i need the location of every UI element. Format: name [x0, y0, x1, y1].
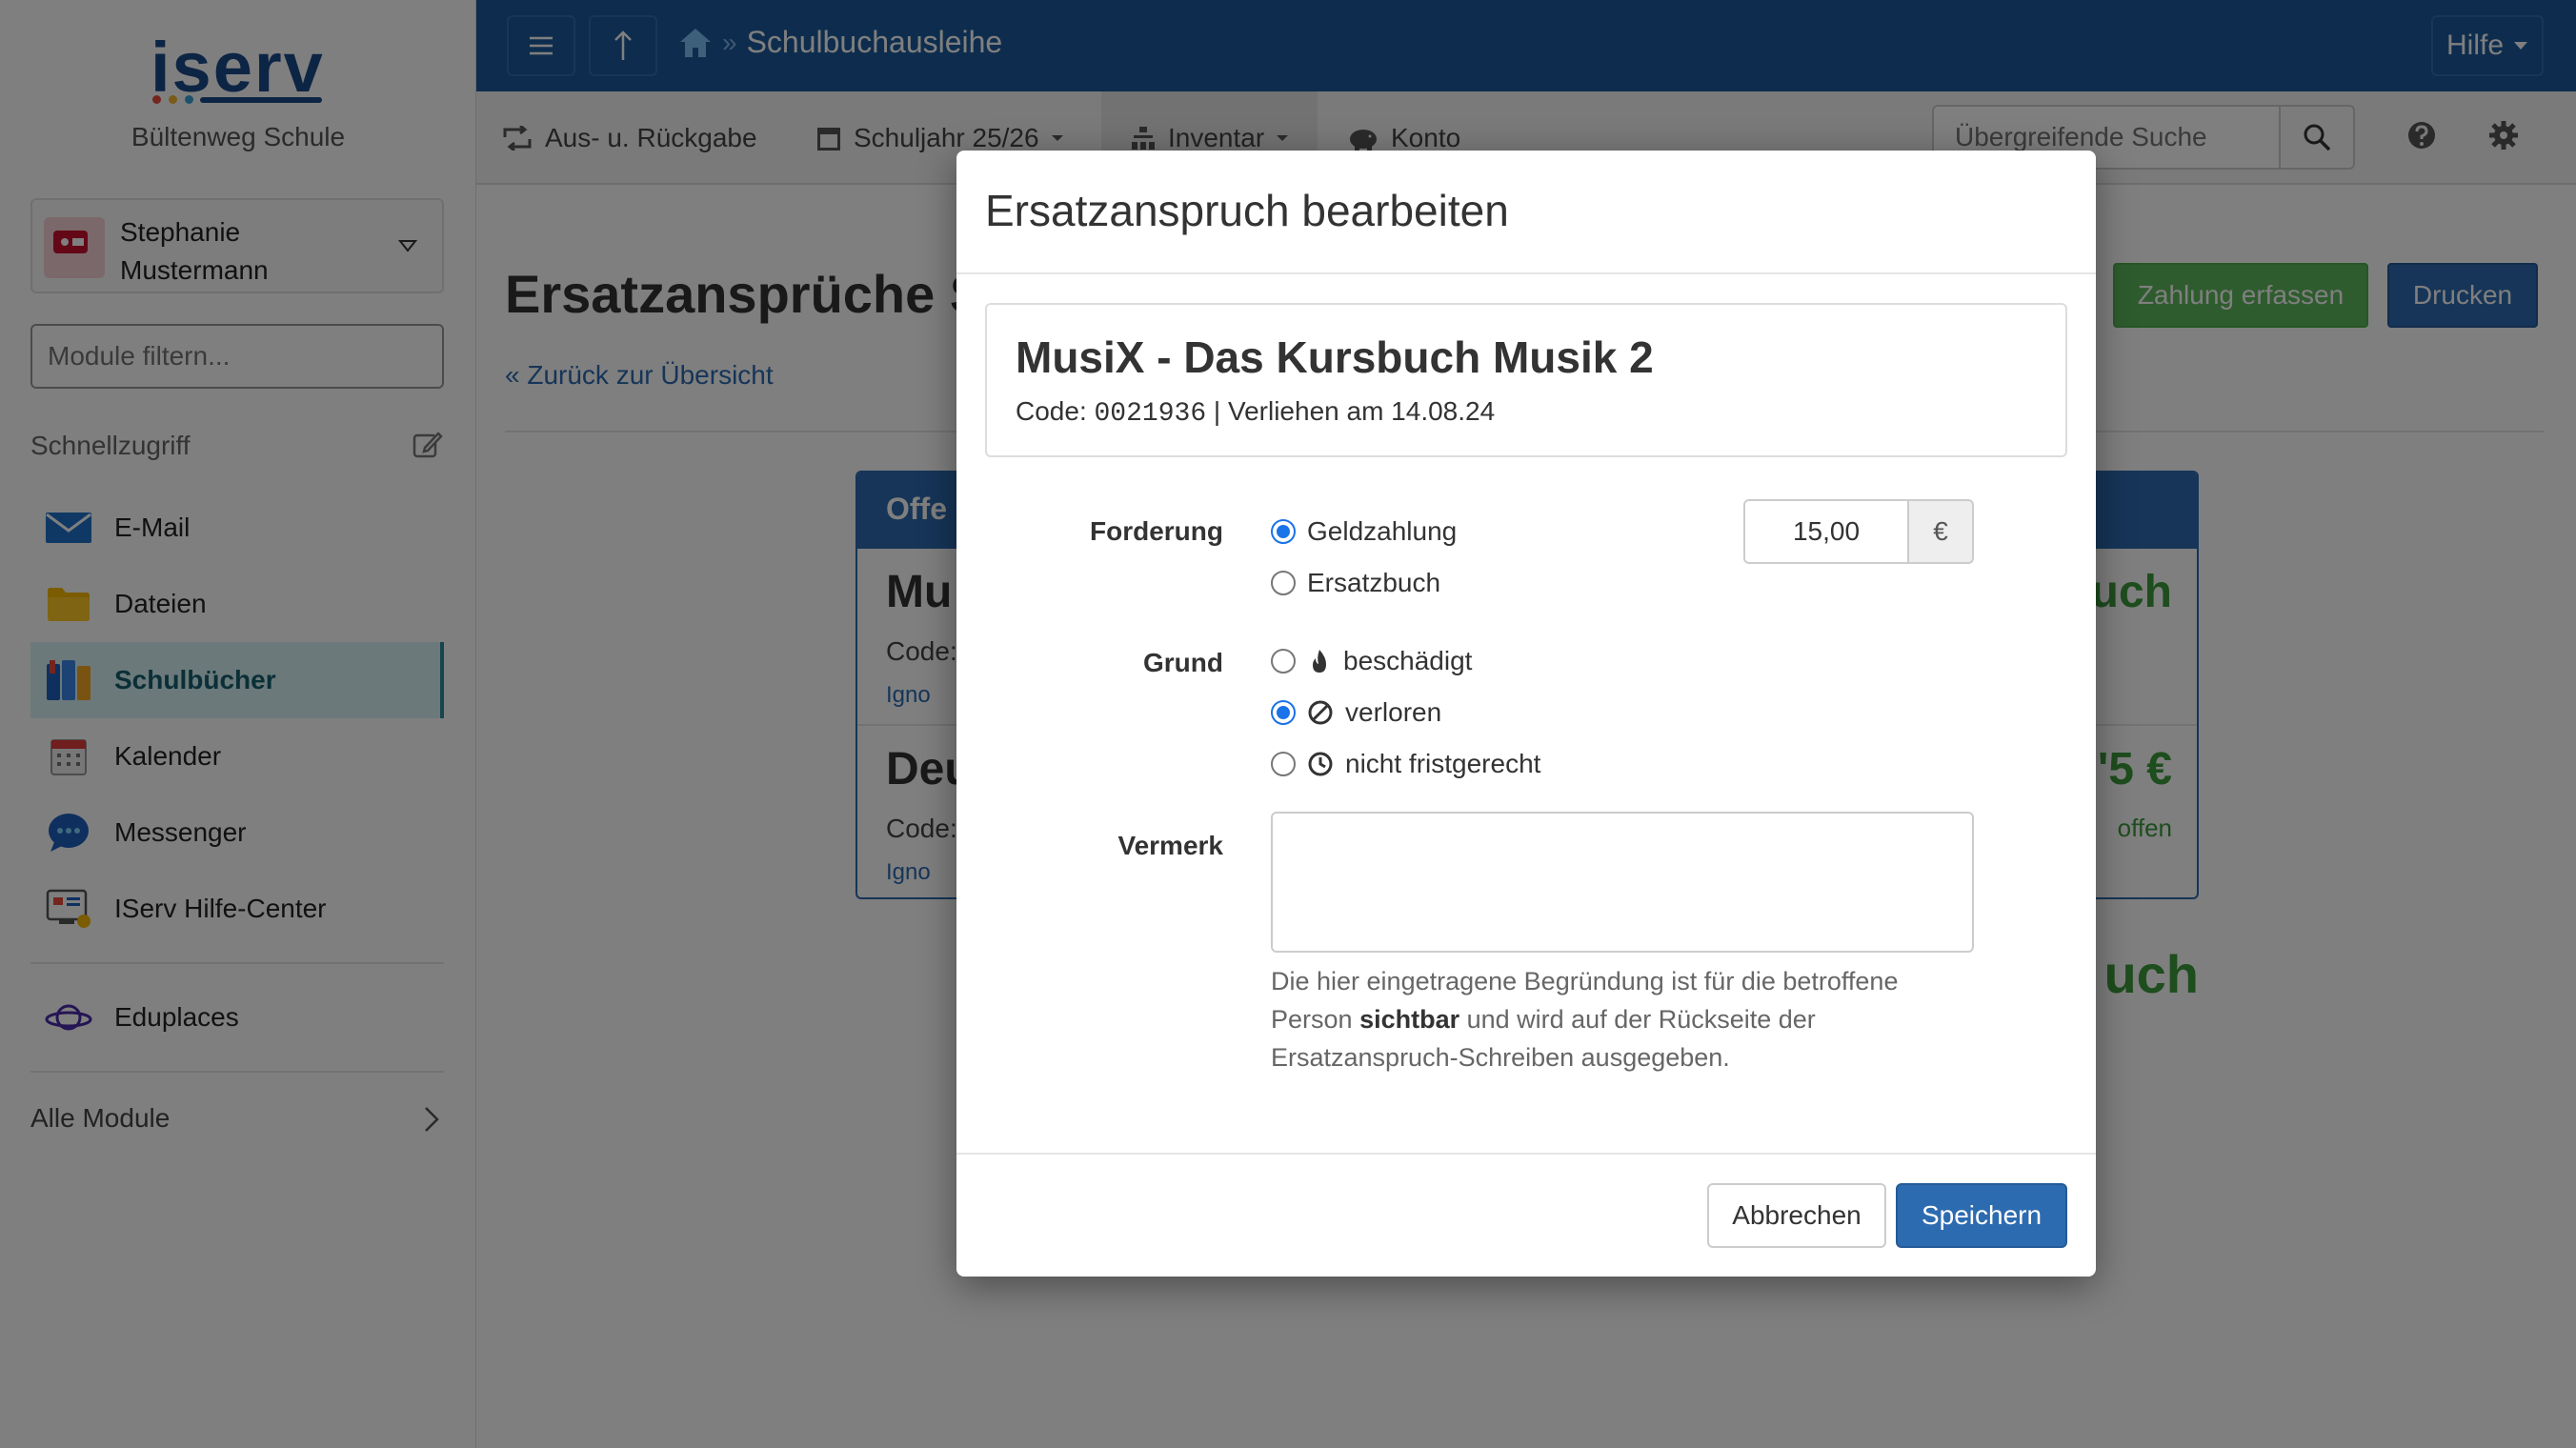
- radio-lost[interactable]: verloren: [1271, 697, 1441, 728]
- save-button[interactable]: Speichern: [1896, 1183, 2067, 1248]
- radio-button-checked[interactable]: [1271, 519, 1296, 544]
- radio-button[interactable]: [1271, 571, 1296, 595]
- clock-icon: [1308, 752, 1333, 776]
- radio-label: Geldzahlung: [1307, 516, 1458, 546]
- edit-claim-modal: Ersatzanspruch bearbeiten MusiX - Das Ku…: [956, 151, 2096, 1277]
- note-textarea[interactable]: [1271, 812, 1974, 953]
- modal-header-divider: [956, 272, 2096, 274]
- radio-label: Ersatzbuch: [1307, 568, 1441, 597]
- radio-label: beschädigt: [1343, 646, 1473, 675]
- radio-button[interactable]: [1271, 649, 1296, 674]
- radio-button-checked[interactable]: [1271, 700, 1296, 725]
- book-details: Code: 0021936 | Verliehen am 14.08.24: [1016, 396, 1495, 429]
- book-title: MusiX - Das Kursbuch Musik 2: [1016, 332, 1654, 382]
- note-label: Vermerk: [1117, 831, 1223, 860]
- radio-label: nicht fristgerecht: [1345, 749, 1541, 778]
- amount-input[interactable]: [1743, 499, 1909, 564]
- radio-money[interactable]: Geldzahlung: [1271, 516, 1457, 547]
- book-info-box: MusiX - Das Kursbuch Musik 2 Code: 00219…: [985, 303, 2067, 457]
- claim-type-label: Forderung: [1090, 516, 1223, 546]
- fire-icon: [1313, 650, 1326, 673]
- radio-late[interactable]: nicht fristgerecht: [1271, 749, 1540, 779]
- radio-replacement-book[interactable]: Ersatzbuch: [1271, 568, 1440, 598]
- note-help-text: Die hier eingetragene Begründung ist für…: [1271, 962, 1976, 1076]
- cancel-button[interactable]: Abbrechen: [1707, 1183, 1886, 1248]
- currency-addon: €: [1907, 499, 1974, 564]
- help-text-bold: sichtbar: [1359, 1005, 1460, 1034]
- radio-label: verloren: [1345, 697, 1442, 727]
- modal-footer-divider: [956, 1153, 2096, 1155]
- radio-damaged[interactable]: beschädigt: [1271, 646, 1472, 676]
- lent-date: | Verliehen am 14.08.24: [1213, 396, 1496, 426]
- radio-button[interactable]: [1271, 752, 1296, 776]
- code-label: Code:: [1016, 396, 1087, 426]
- book-code: 0021936: [1094, 399, 1207, 429]
- reason-label: Grund: [1143, 648, 1223, 677]
- ban-icon: [1308, 700, 1333, 725]
- modal-title: Ersatzanspruch bearbeiten: [985, 186, 1509, 235]
